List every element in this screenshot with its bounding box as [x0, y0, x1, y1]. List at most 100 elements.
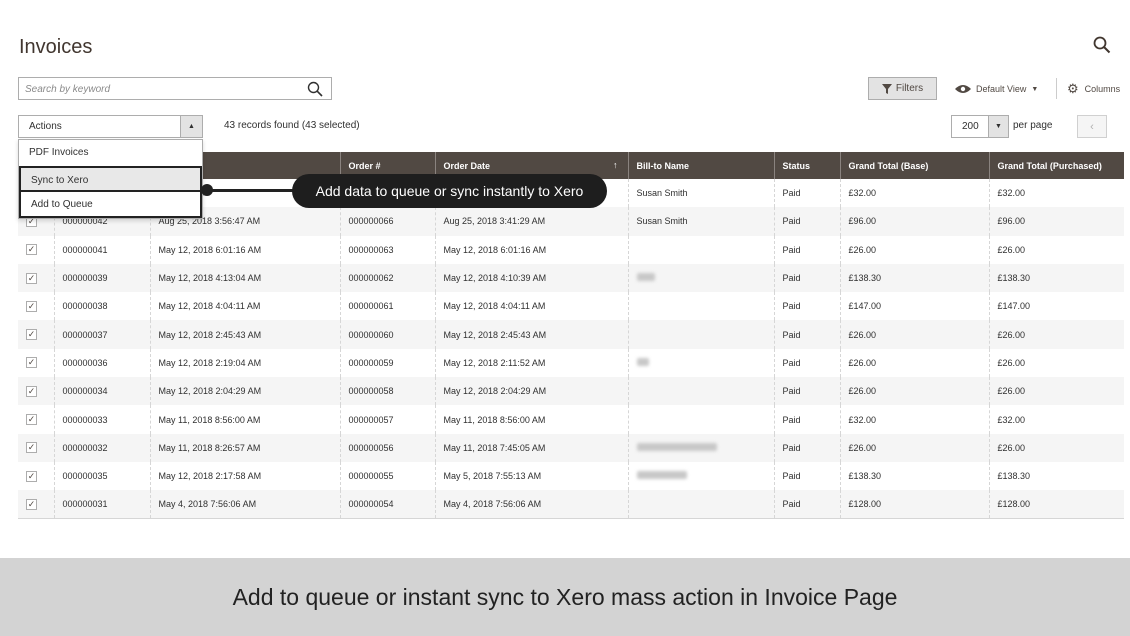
cell-invoice-date: May 11, 2018 8:26:57 AM	[149, 433, 340, 462]
cell-grand-total-base: £26.00	[839, 235, 989, 264]
cell-status: Paid	[773, 179, 840, 208]
table-row[interactable]: ✓ 000000031 May 4, 2018 7:56:06 AM 00000005…	[18, 490, 1124, 520]
cell-invoice-date: May 12, 2018 2:04:29 AM	[149, 377, 340, 406]
cell-grand-total-purchased: £32.00	[988, 179, 1124, 208]
callout-connector-dot	[201, 184, 213, 196]
cell-grand-total-base: £32.00	[839, 405, 989, 434]
eye-icon	[955, 85, 971, 93]
checkbox[interactable]: ✓	[26, 470, 37, 482]
cell-status-text: Paid	[782, 499, 801, 510]
chevron-left-icon: ‹	[1090, 120, 1094, 133]
cell-invoice-date-text: May 11, 2018 8:26:57 AM	[158, 442, 261, 453]
table-row[interactable]: ✓ 000000039 May 12, 2018 4:13:04 AM 0000000…	[18, 263, 1124, 293]
cell-status: Paid	[773, 461, 840, 491]
cell-order-number-text: 000000056	[348, 442, 394, 453]
cell-grand-total-purchased-text: £138.30	[997, 471, 1031, 482]
cell-invoice-text: 000000037	[62, 329, 108, 340]
cell-invoice: 000000041	[53, 235, 150, 264]
checkbox[interactable]: ✓	[26, 414, 37, 426]
checkbox[interactable]: ✓	[26, 272, 37, 284]
column-header-bill-to-name[interactable]: Bill-to Name	[627, 152, 774, 179]
annotation-callout: Add data to queue or sync instantly to X…	[292, 174, 607, 208]
cell-invoice-date-text: May 12, 2018 2:19:04 AM	[158, 357, 262, 368]
caret-up-icon[interactable]: ▲	[180, 116, 202, 137]
cell-order-date-text: May 12, 2018 2:04:29 AM	[443, 386, 547, 397]
cell-order-date: May 12, 2018 6:01:16 AM	[434, 235, 628, 264]
cell-order-date-text: May 11, 2018 8:56:00 AM	[443, 414, 546, 425]
cell-order-number-text: 000000058	[348, 386, 394, 397]
row-checkbox: ✓	[18, 349, 54, 377]
cell-invoice-date-text: May 12, 2018 6:01:16 AM	[158, 244, 262, 255]
cell-bill-to-name	[627, 433, 774, 462]
cell-grand-total-base: £26.00	[839, 348, 989, 378]
row-checkbox: ✓	[18, 292, 54, 320]
cell-status: Paid	[773, 320, 840, 349]
page-size-select[interactable]: 200 ▼	[951, 115, 1009, 138]
cell-order-date-text: May 12, 2018 6:01:16 AM	[443, 244, 547, 255]
cell-invoice-date-text: May 12, 2018 4:04:11 AM	[158, 301, 261, 312]
cell-bill-to-name	[627, 490, 774, 520]
search-input[interactable]	[25, 81, 295, 97]
menu-item-pdf-invoices[interactable]: PDF Invoices	[19, 140, 202, 166]
cell-order-date: May 5, 2018 7:55:13 AM	[434, 461, 628, 491]
cell-grand-total-base-text: £26.00	[848, 386, 877, 397]
search-icon[interactable]	[1093, 36, 1111, 54]
previous-page-button[interactable]: ‹	[1077, 115, 1107, 138]
cell-status-text: Paid	[782, 414, 801, 425]
row-checkbox: ✓	[18, 263, 54, 293]
filters-button[interactable]: Filters	[868, 77, 937, 100]
cell-invoice: 000000033	[53, 405, 150, 434]
actions-select[interactable]: Actions ▲	[18, 115, 203, 138]
table-row[interactable]: ✓ 000000035 May 12, 2018 2:17:58 AM 0000000…	[18, 461, 1124, 491]
cell-grand-total-purchased: £26.00	[988, 433, 1124, 462]
gear-icon: ⚙	[1067, 81, 1079, 96]
column-header-status[interactable]: Status	[773, 152, 840, 179]
cell-order-number-text: 000000062	[348, 273, 394, 284]
redacted-name	[636, 442, 717, 451]
table-row[interactable]: ✓ 000000033 May 11, 2018 8:56:00 AM 0000000…	[18, 405, 1124, 434]
invoices-page: Invoices Filters Default View ▼ ⚙ Column…	[0, 0, 1130, 636]
cell-bill-to-name	[627, 461, 774, 491]
menu-item-add-to-queue[interactable]: Add to Queue	[19, 192, 202, 218]
table-row[interactable]: ✓ 000000034 May 12, 2018 2:04:29 AM 0000000…	[18, 377, 1124, 406]
checkbox[interactable]: ✓	[26, 385, 37, 397]
cell-grand-total-base: £26.00	[839, 433, 989, 462]
cell-order-date: May 12, 2018 2:04:29 AM	[434, 377, 628, 406]
cell-status: Paid	[773, 292, 840, 321]
cell-grand-total-base-text: £26.00	[848, 357, 877, 368]
table-row[interactable]: ✓ 000000041 May 12, 2018 6:01:16 AM 0000000…	[18, 235, 1124, 264]
cell-grand-total-base: £96.00	[839, 207, 989, 236]
table-row[interactable]: ✓ 000000038 May 12, 2018 4:04:11 AM 0000000…	[18, 292, 1124, 321]
cell-invoice-date-text: May 12, 2018 2:45:43 AM	[158, 329, 262, 340]
checkbox[interactable]: ✓	[26, 329, 37, 341]
menu-item-sync-to-xero[interactable]: Sync to Xero	[19, 166, 202, 192]
checkbox[interactable]: ✓	[26, 498, 37, 510]
default-view-dropdown[interactable]: Default View ▼	[955, 81, 1038, 97]
cell-order-number: 000000057	[339, 405, 435, 434]
cell-invoice: 000000035	[53, 461, 150, 491]
column-header-grand-total-base[interactable]: Grand Total (Base)	[839, 152, 989, 179]
table-row[interactable]: ✓ 000000037 May 12, 2018 2:45:43 AM 0000000…	[18, 320, 1124, 349]
cell-invoice-date-text: May 11, 2018 8:56:00 AM	[158, 414, 261, 425]
columns-control[interactable]: ⚙ Columns	[1067, 81, 1120, 97]
cell-grand-total-purchased-text: £147.00	[997, 301, 1031, 312]
cell-order-date: Aug 25, 2018 3:41:29 AM	[434, 207, 628, 236]
checkbox[interactable]: ✓	[26, 442, 37, 454]
callout-text: Add data to queue or sync instantly to X…	[315, 183, 584, 199]
cell-grand-total-purchased-text: £96.00	[997, 216, 1026, 227]
cell-grand-total-base-text: £32.00	[848, 414, 877, 425]
cell-invoice-date: May 12, 2018 2:19:04 AM	[149, 348, 340, 378]
cell-grand-total-base: £138.30	[839, 263, 989, 293]
cell-status: Paid	[773, 235, 840, 264]
cell-invoice-text: 000000033	[62, 414, 108, 425]
checkbox[interactable]: ✓	[26, 357, 37, 369]
cell-bill-to-name	[627, 405, 774, 434]
checkbox[interactable]: ✓	[26, 244, 37, 256]
search-submit-icon[interactable]	[307, 81, 323, 97]
table-row[interactable]: ✓ 000000032 May 11, 2018 8:26:57 AM 0000000…	[18, 433, 1124, 462]
column-header-grand-total-purchased[interactable]: Grand Total (Purchased)	[988, 152, 1124, 179]
table-row[interactable]: ✓ 000000036 May 12, 2018 2:19:04 AM 0000000…	[18, 348, 1124, 378]
checkbox[interactable]: ✓	[26, 300, 37, 312]
caret-down-icon[interactable]: ▼	[988, 116, 1008, 137]
caption-banner: Add to queue or instant sync to Xero mas…	[0, 558, 1130, 636]
